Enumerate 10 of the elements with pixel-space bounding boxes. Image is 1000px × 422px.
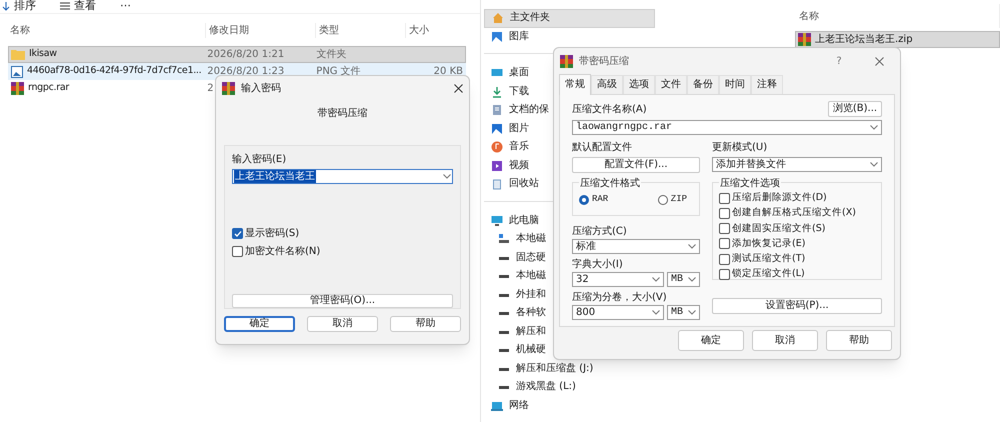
field-label: 输入密码(E) (232, 152, 288, 167)
field-label: 字典大小(I) (572, 258, 624, 272)
dialog-title: 输入密码 (241, 82, 282, 96)
dialog-heading: 带密码压缩 (318, 106, 368, 121)
dialog-title: 带密码压缩 (579, 54, 630, 68)
field-label: 压缩方式(C) (572, 224, 628, 239)
field-label: 压缩为分卷，大小(V) (572, 290, 668, 305)
field-label: 更新模式(U) (712, 140, 768, 155)
field-label: 默认配置文件 (572, 140, 633, 155)
field-label: 压缩文件名称(A) (572, 102, 647, 117)
